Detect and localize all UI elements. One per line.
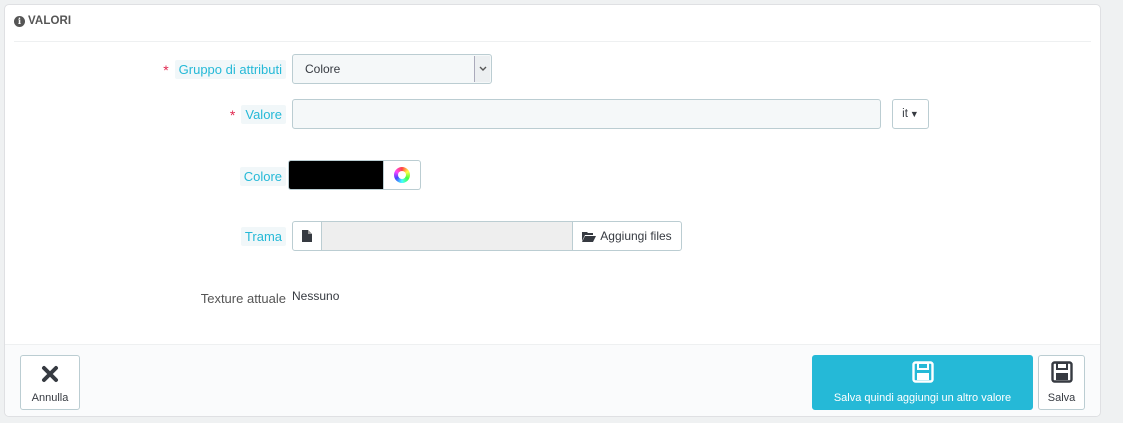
color-picker-button[interactable] [384, 160, 421, 190]
texture-label: Trama [240, 220, 286, 252]
panel-footer: Annulla Salva quindi aggiungi un altro v… [5, 344, 1100, 416]
required-marker: * [229, 107, 236, 123]
panel-title: VALORI [28, 15, 72, 27]
color-swatch-input[interactable] [288, 160, 384, 190]
current-texture-label-text: Texture attuale [200, 290, 286, 306]
texture-file-field[interactable] [322, 221, 573, 251]
panel-heading: i VALORI [14, 12, 1091, 42]
language-dropdown-button[interactable]: it ▼ [892, 99, 929, 129]
color-row: Colore [5, 160, 1100, 192]
add-files-label: Aggiungi files [600, 229, 672, 243]
language-code: it [902, 108, 908, 120]
value-label-text: Valore [241, 104, 286, 124]
texture-label-text: Trama [240, 226, 286, 246]
attribute-group-select[interactable]: Colore [292, 54, 492, 84]
attribute-group-label-text: Gruppo di attributi [174, 59, 286, 79]
attribute-group-label: * Gruppo di attributi [163, 53, 286, 85]
texture-row: Trama Aggiungi files [5, 220, 1100, 252]
close-icon [41, 365, 59, 386]
file-icon-box [292, 221, 322, 251]
info-icon: i [14, 16, 25, 27]
save-label: Salva [1047, 392, 1076, 404]
save-button[interactable]: Salva [1038, 355, 1085, 410]
value-input[interactable] [292, 99, 881, 129]
current-texture-label: Texture attuale [201, 282, 286, 314]
save-and-add-another-button[interactable]: Salva quindi aggiungi un altro valore [812, 355, 1033, 410]
color-wheel-icon [394, 167, 410, 183]
value-label: * Valore [230, 98, 286, 130]
value-row: * Valore it ▼ [5, 98, 1100, 130]
cancel-label: Annulla [31, 392, 69, 404]
save-and-add-label: Salva quindi aggiungi un altro valore [833, 392, 1012, 404]
save-icon [911, 361, 934, 386]
chevron-down-icon[interactable] [474, 56, 490, 82]
color-label: Colore [239, 160, 286, 192]
attribute-group-selected-value: Colore [305, 62, 341, 76]
save-icon [1050, 361, 1073, 386]
attribute-group-row: * Gruppo di attributi Colore [5, 53, 1100, 85]
required-marker: * [163, 62, 169, 78]
file-icon [302, 230, 312, 242]
current-texture-value: Nessuno [292, 289, 340, 303]
color-label-text: Colore [239, 166, 286, 186]
caret-down-icon: ▼ [909, 109, 919, 119]
current-texture-row: Texture attuale Nessuno [5, 282, 1100, 314]
folder-open-icon [582, 231, 597, 242]
add-files-button[interactable]: Aggiungi files [572, 221, 682, 251]
cancel-button[interactable]: Annulla [20, 355, 80, 410]
values-panel: i VALORI * Gruppo di attributi Colore * … [4, 4, 1101, 417]
